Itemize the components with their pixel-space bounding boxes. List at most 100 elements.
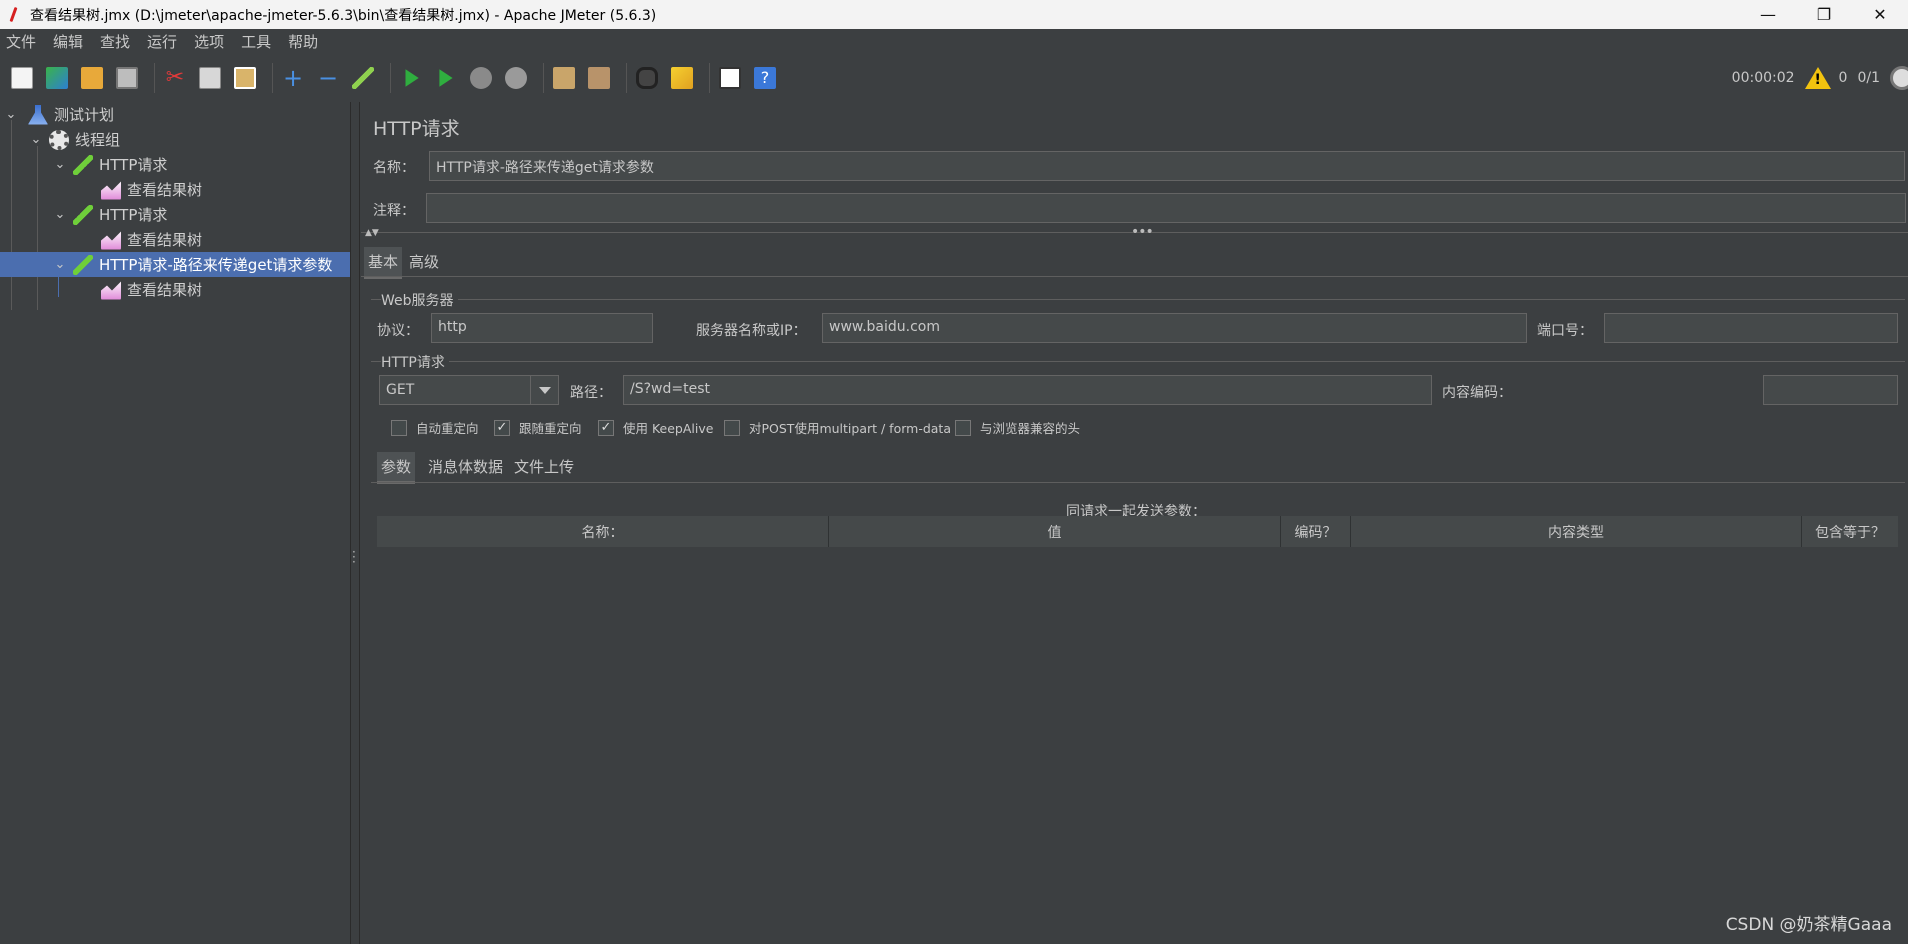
protocol-field[interactable]: http (431, 313, 653, 343)
menu-tools[interactable]: 工具 (235, 31, 277, 52)
copy-button[interactable] (196, 63, 224, 93)
tree-item-label: HTTP请求-路径来传递get请求参数 (99, 256, 333, 274)
shutdown-button[interactable] (502, 63, 530, 93)
tree-item-thread-group[interactable]: ⌄ 线程组 (0, 127, 350, 152)
chevron-down-icon[interactable]: ⌄ (29, 132, 43, 147)
open-button[interactable] (78, 63, 106, 93)
column-header-encode[interactable]: 编码？ (1281, 516, 1351, 547)
name-field[interactable]: HTTP请求-路径来传递get请求参数 (429, 151, 1905, 181)
tree-item-label: HTTP请求 (99, 156, 168, 174)
chevron-down-icon[interactable]: ⌄ (53, 207, 67, 222)
function-helper-button[interactable] (716, 63, 744, 93)
tab-parameters[interactable]: 参数 (377, 452, 416, 484)
comment-field[interactable] (426, 193, 1906, 223)
tab-basic[interactable]: 基本 (364, 247, 403, 279)
checkbox-label: 使用 KeepAlive (623, 421, 714, 436)
menu-search[interactable]: 查找 (94, 31, 136, 52)
tree-item-view-results[interactable]: 查看结果树 (0, 177, 350, 202)
checkbox-box[interactable]: ✓ (598, 419, 614, 436)
tab-body-data[interactable]: 消息体数据 (424, 452, 507, 481)
port-field[interactable] (1604, 313, 1898, 343)
warning-icon[interactable]: ! (1804, 67, 1831, 89)
window-title: 查看结果树.jmx (D:\jmeter\apache-jmeter-5.6.3… (30, 7, 657, 24)
stop-icon (470, 67, 492, 89)
tree-item-label: 测试计划 (54, 106, 115, 124)
clear-button[interactable] (550, 63, 578, 93)
column-header-value[interactable]: 值 (829, 516, 1281, 547)
drag-handle-icon[interactable]: ••• (1131, 224, 1154, 240)
menu-file[interactable]: 文件 (0, 31, 42, 52)
tree-item-test-plan[interactable]: ⌄ 测试计划 (0, 102, 350, 127)
tree-item-view-results[interactable]: 查看结果树 (0, 227, 350, 252)
method-select[interactable]: GET (379, 375, 559, 405)
split-pane-divider[interactable] (350, 102, 360, 944)
clear-all-button[interactable] (585, 63, 613, 93)
menu-run[interactable]: 运行 (141, 31, 183, 52)
chart-icon (101, 181, 121, 200)
close-button[interactable]: ✕ (1852, 0, 1908, 29)
menu-options[interactable]: 选项 (188, 31, 230, 52)
keepalive-checkbox[interactable]: ✓ 使用 KeepAlive (598, 418, 713, 437)
tree-item-view-results[interactable]: 查看结果树 (0, 277, 350, 302)
column-header-name[interactable]: 名称： (377, 516, 829, 547)
checkbox-box[interactable] (955, 419, 971, 436)
follow-redirect-checkbox[interactable]: ✓ 跟随重定向 (494, 418, 582, 437)
chevron-down-icon[interactable]: ⌄ (53, 157, 67, 172)
chart-icon (101, 231, 121, 250)
path-field[interactable]: /S?wd=test (623, 375, 1432, 405)
checkbox-box[interactable]: ✓ (494, 419, 510, 436)
save-button[interactable] (113, 63, 141, 93)
start-no-pause-button[interactable] (432, 63, 460, 93)
browser-compatible-headers-checkbox[interactable]: 与浏览器兼容的头 (955, 418, 1080, 437)
tree-item-http-request-selected[interactable]: ⌄ HTTP请求-路径来传递get请求参数 (0, 252, 350, 277)
port-label: 端口号： (1537, 323, 1593, 339)
toolbar: ✂ + − ? 00:00:02 ! 0 0/1 (0, 54, 1908, 102)
column-header-content-type[interactable]: 内容类型 (1351, 516, 1802, 547)
expand-button[interactable]: + (279, 63, 307, 93)
tree-item-http-request[interactable]: ⌄ HTTP请求 (0, 152, 350, 177)
flask-icon (28, 104, 48, 125)
method-value: GET (386, 382, 415, 398)
start-button[interactable] (397, 63, 425, 93)
tree-item-http-request[interactable]: ⌄ HTTP请求 (0, 202, 350, 227)
toggle-button[interactable] (349, 63, 377, 93)
menu-help[interactable]: 帮助 (282, 31, 324, 52)
tree-item-label: 查看结果树 (127, 281, 203, 299)
pipette-icon (73, 154, 93, 175)
templates-icon (46, 67, 68, 89)
collapse-arrows-icon[interactable]: ▲▼ (365, 228, 379, 238)
checkbox-box[interactable] (724, 419, 740, 436)
cut-button[interactable]: ✂ (161, 63, 189, 93)
tree-item-label: 查看结果树 (127, 231, 203, 249)
column-header-include-equals[interactable]: 包含等于？ (1802, 516, 1898, 547)
remote-icon (1890, 66, 1908, 90)
stop-button[interactable] (467, 63, 495, 93)
save-icon (116, 67, 138, 89)
templates-button[interactable] (43, 63, 71, 93)
paste-button[interactable] (231, 63, 259, 93)
start-icon (405, 69, 419, 87)
menu-edit[interactable]: 编辑 (47, 31, 89, 52)
chevron-down-icon[interactable]: ⌄ (53, 257, 67, 272)
toolbar-status: 00:00:02 ! 0 0/1 (1732, 54, 1908, 102)
collapse-icon: − (317, 64, 339, 92)
minimize-button[interactable]: — (1740, 0, 1796, 29)
chevron-down-icon[interactable]: ⌄ (4, 107, 18, 122)
auto-redirect-checkbox[interactable]: 自动重定向 (391, 418, 479, 437)
checkbox-box[interactable] (391, 419, 407, 436)
reset-search-button[interactable] (668, 63, 696, 93)
paste-icon (234, 67, 256, 89)
collapse-button[interactable]: − (314, 63, 342, 93)
multipart-checkbox[interactable]: 对POST使用multipart / form-data (724, 418, 951, 437)
tab-file-upload[interactable]: 文件上传 (510, 452, 578, 481)
tab-advanced[interactable]: 高级 (405, 247, 443, 276)
server-field[interactable]: www.baidu.com (822, 313, 1527, 343)
maximize-button[interactable]: ❐ (1796, 0, 1852, 29)
split-handle-icon[interactable]: · · · (352, 546, 356, 568)
content-encoding-field[interactable] (1763, 375, 1898, 405)
cut-icon: ✂ (165, 65, 185, 90)
search-button[interactable] (633, 63, 661, 93)
chevron-down-icon[interactable] (530, 376, 558, 404)
help-button[interactable]: ? (751, 63, 779, 93)
new-button[interactable] (8, 63, 36, 93)
